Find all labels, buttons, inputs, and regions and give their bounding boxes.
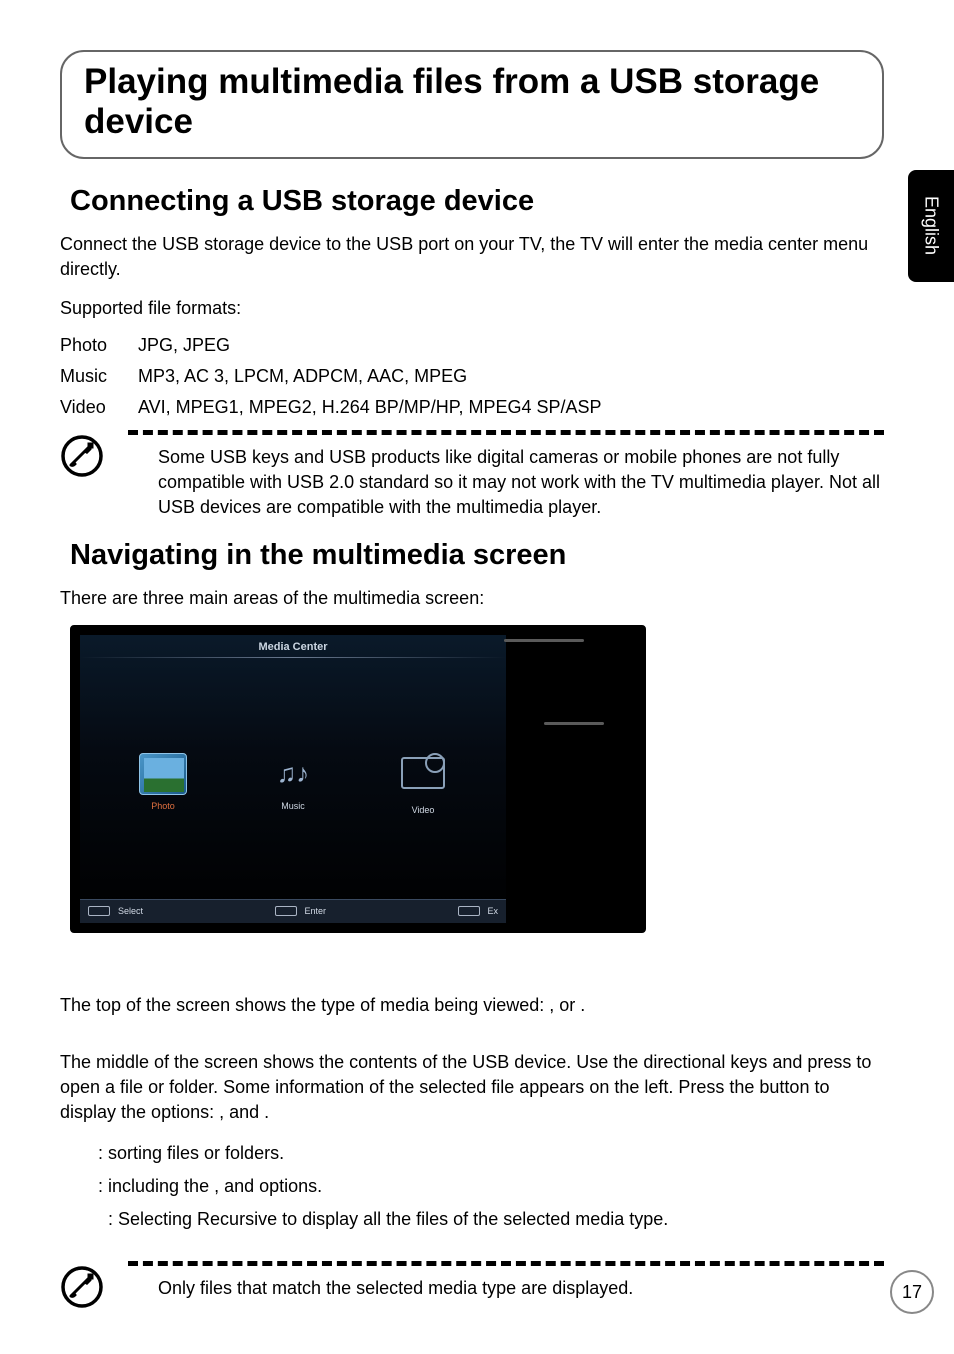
media-item-music: ♫♪ Music (258, 753, 328, 815)
note-icon (60, 434, 104, 478)
media-label: Video (388, 805, 458, 815)
media-label: Photo (128, 801, 198, 811)
footer-key-icon (458, 906, 480, 916)
video-icon (399, 757, 447, 799)
language-label: English (921, 196, 942, 255)
nav-intro: There are three main areas of the multim… (60, 586, 884, 611)
media-item-photo: Photo (128, 753, 198, 815)
media-label: Music (258, 801, 328, 811)
tv-title: Media Center (80, 635, 506, 653)
tv-screenshot: Media Center Photo ♫♪ Music Video Selec (70, 625, 646, 933)
dashed-divider (128, 430, 884, 435)
format-label: Music (60, 366, 138, 387)
format-row-video: Video AVI, MPEG1, MPEG2, H.264 BP/MP/HP,… (60, 397, 884, 418)
tv-speaker-lines (504, 639, 584, 805)
language-side-tab: English (908, 170, 954, 282)
format-label: Photo (60, 335, 138, 356)
note-usb-text: Some USB keys and USB products like digi… (128, 445, 884, 521)
page-title-frame: Playing multimedia files from a USB stor… (60, 50, 884, 159)
footer-key-icon (88, 906, 110, 916)
bullet-recursive: : Selecting Recursive to display all the… (60, 1206, 884, 1233)
format-row-photo: Photo JPG, JPEG (60, 335, 884, 356)
dashed-divider (128, 1261, 884, 1266)
nav-p-top: The top of the screen shows the type of … (60, 993, 884, 1018)
note-icon (60, 1265, 104, 1309)
footer-enter-label: Enter (305, 906, 327, 916)
heading-connecting: Connecting a USB storage device (70, 185, 884, 218)
format-row-music: Music MP3, AC 3, LPCM, ADPCM, AAC, MPEG (60, 366, 884, 387)
connect-intro: Connect the USB storage device to the US… (60, 232, 884, 282)
note-files-text: Only files that match the selected media… (128, 1276, 884, 1301)
format-label: Video (60, 397, 138, 418)
supported-formats-label: Supported file formats: (60, 296, 884, 321)
page-number-badge: 17 (890, 1270, 934, 1314)
media-item-video: Video (388, 753, 458, 815)
format-value: MP3, AC 3, LPCM, ADPCM, AAC, MPEG (138, 366, 467, 387)
footer-exit-label: Ex (488, 906, 499, 916)
footer-key-icon (275, 906, 297, 916)
photo-icon (139, 753, 187, 795)
music-icon: ♫♪ (269, 753, 317, 795)
heading-navigating: Navigating in the multimedia screen (70, 539, 884, 572)
bullet-including: : including the , and options. (60, 1173, 884, 1200)
nav-p-middle: The middle of the screen shows the conte… (60, 1050, 884, 1126)
footer-select-label: Select (118, 906, 143, 916)
note-block-files: Only files that match the selected media… (60, 1261, 884, 1309)
bullet-sort: : sorting files or folders. (60, 1140, 884, 1167)
note-block-usb: Some USB keys and USB products like digi… (60, 430, 884, 521)
page-title: Playing multimedia files from a USB stor… (84, 62, 860, 143)
format-value: AVI, MPEG1, MPEG2, H.264 BP/MP/HP, MPEG4… (138, 397, 602, 418)
format-value: JPG, JPEG (138, 335, 230, 356)
tv-footer-bar: Select Enter Ex (80, 899, 506, 923)
page-number-value: 17 (902, 1282, 922, 1303)
